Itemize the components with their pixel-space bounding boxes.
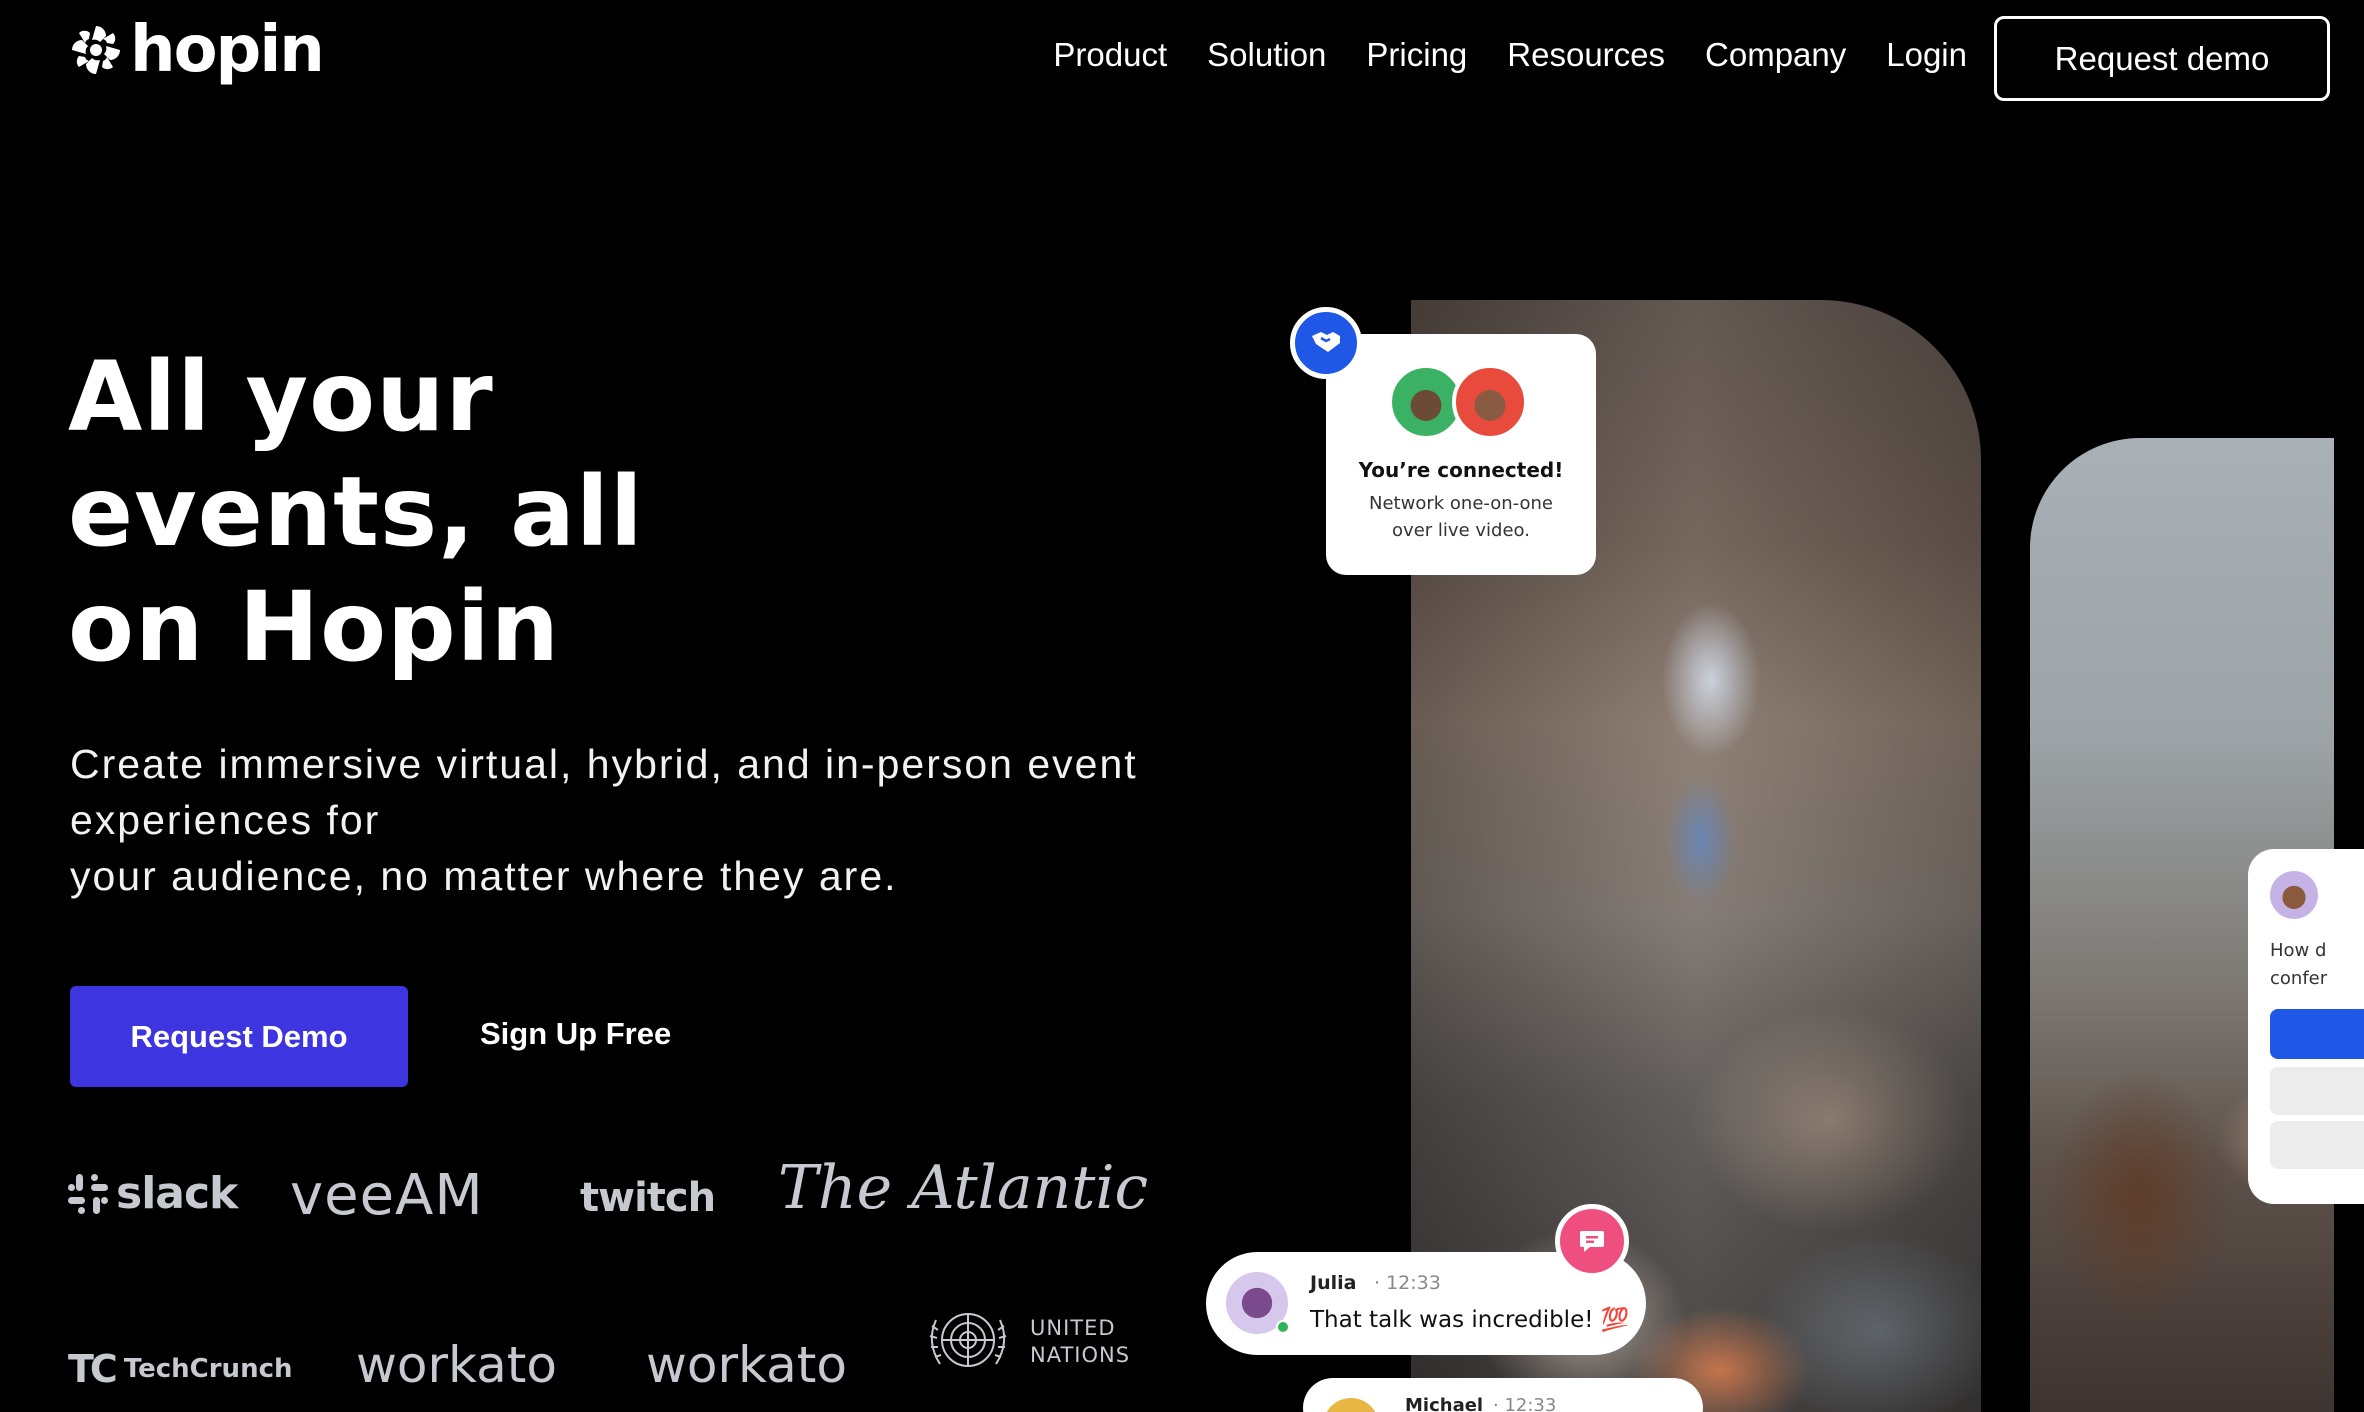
request-demo-nav-button[interactable]: Request demo [1994,16,2330,101]
top-nav: hopin Product Solution Pricing Resources… [0,0,2364,110]
avatar [1323,1398,1379,1412]
un-line: UNITED [1030,1316,1116,1340]
hero-title-line: on Hopin [68,571,560,683]
hopin-logo[interactable]: hopin [68,13,325,87]
hero-subtitle-line: your audience, no matter where they are. [70,853,898,899]
slack-wordmark: slack [116,1168,238,1219]
techcrunch-mark: TC [68,1347,118,1391]
nav-product[interactable]: Product [1053,36,1167,74]
connected-desc-line: Network one-on-one [1369,493,1553,514]
hero-title-line: All your [68,341,494,453]
poll-option[interactable] [2270,1121,2364,1169]
avatar [2270,871,2318,919]
un-wordmark: UNITED NATIONS [1030,1315,1130,1369]
techcrunch-wordmark: TechCrunch [123,1354,293,1384]
avatar [1452,364,1528,440]
workato-logo: workato [356,1336,557,1394]
chat-text: That talk was incredible! 💯 [1310,1307,1630,1333]
chat-timestamp: · 12:33 [1374,1272,1441,1294]
poll-question-line: How d [2270,940,2327,961]
chat-author: Michael [1405,1395,1484,1412]
chat-author: Julia [1310,1272,1357,1294]
veeam-logo: veeAM [290,1163,484,1228]
poll-question-line: confer [2270,968,2328,989]
un-line: NATIONS [1030,1343,1131,1367]
workato-logo: workato [646,1336,847,1394]
poll-card: How d confer [2248,849,2364,1204]
chat-badge [1555,1204,1629,1278]
techcrunch-logo: TC TechCrunch [68,1350,293,1388]
hero-title: All your events, all on Hopin [68,340,968,685]
chat-timestamp: · 12:33 [1493,1395,1557,1412]
connected-desc-line: over live video. [1392,520,1530,541]
nav-login[interactable]: Login [1886,36,1967,74]
connected-card: You’re connected! Network one-on-one ove… [1326,334,1596,575]
nav-links: Product Solution Pricing Resources Compa… [1053,36,1967,74]
nav-resources[interactable]: Resources [1507,36,1665,74]
connected-description: Network one-on-one over live video. [1326,490,1596,544]
connected-title: You’re connected! [1358,458,1564,482]
twitch-logo: twitch [580,1175,716,1221]
chat-message-michael: Michael · 12:33 [1303,1378,1703,1412]
poll-option[interactable] [2270,1067,2364,1115]
chat-icon [1580,1231,1604,1252]
un-emblem-icon [929,1313,1007,1367]
handshake-badge [1290,307,1362,379]
united-nations-logo: UNITED NATIONS [920,1300,1130,1384]
the-atlantic-logo: The Atlantic [778,1153,1149,1223]
hero-subtitle-line: Create immersive virtual, hybrid, and in… [70,741,1138,787]
slack-icon [68,1174,108,1214]
handshake-icon [1312,332,1340,352]
poll-submit-button[interactable] [2270,1009,2364,1059]
nav-solution[interactable]: Solution [1207,36,1326,74]
slack-logo: slack [68,1168,238,1219]
online-indicator [1276,1320,1290,1334]
nav-company[interactable]: Company [1705,36,1846,74]
request-demo-button[interactable]: Request Demo [70,986,408,1087]
nav-pricing[interactable]: Pricing [1366,36,1467,74]
hero-subtitle: Create immersive virtual, hybrid, and in… [70,736,1220,904]
hero-subtitle-line: experiences for [70,797,381,843]
hopin-logo-icon [72,26,120,74]
hero-title-line: events, all [68,456,644,568]
sign-up-free-link[interactable]: Sign Up Free [480,1016,671,1052]
logo-wordmark: hopin [130,13,325,87]
poll-question: How d confer [2270,937,2327,993]
